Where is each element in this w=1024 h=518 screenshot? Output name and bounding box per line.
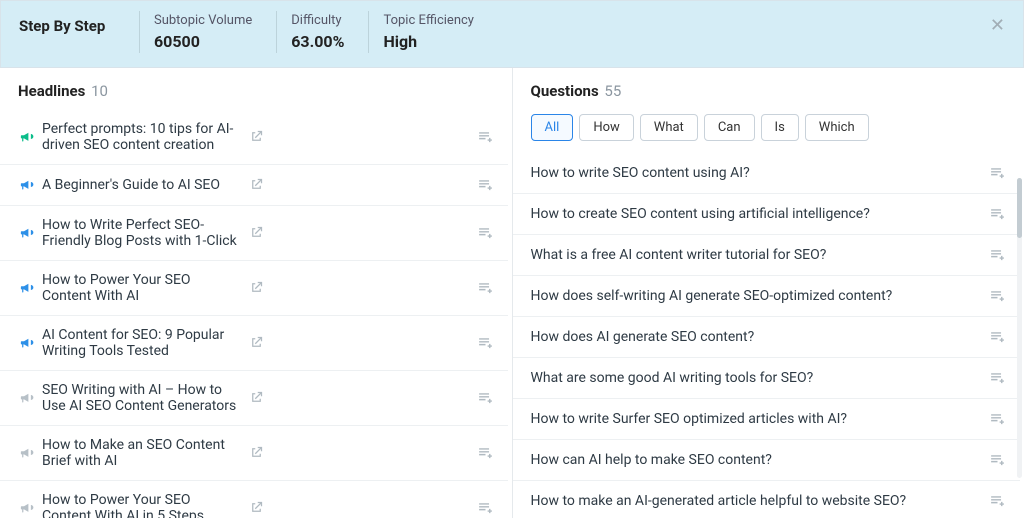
add-to-list-icon[interactable] bbox=[989, 328, 1006, 346]
topic-title: Step By Step bbox=[19, 11, 139, 35]
add-to-list-icon[interactable] bbox=[477, 128, 494, 146]
question-row[interactable]: How to make an AI-generated article help… bbox=[513, 481, 1021, 518]
megaphone-icon bbox=[18, 390, 34, 407]
megaphone-icon bbox=[18, 445, 34, 462]
questions-header: Questions 55 bbox=[513, 68, 1024, 110]
questions-list: How to write SEO content using AI? How to… bbox=[513, 153, 1024, 518]
headlines-count: 10 bbox=[91, 82, 108, 100]
megaphone-icon bbox=[18, 335, 34, 352]
add-to-list-icon[interactable] bbox=[989, 287, 1006, 305]
question-text: How does AI generate SEO content? bbox=[531, 329, 982, 345]
stat-difficulty: Difficulty 63.00% bbox=[276, 11, 368, 53]
add-to-list-icon[interactable] bbox=[989, 164, 1006, 182]
add-to-list-icon[interactable] bbox=[477, 279, 494, 297]
add-to-list-icon[interactable] bbox=[989, 410, 1006, 428]
headline-row[interactable]: Perfect prompts: 10 tips for AI-driven S… bbox=[0, 110, 508, 165]
scrollbar-track[interactable] bbox=[1017, 178, 1022, 478]
headline-row[interactable]: AI Content for SEO: 9 Popular Writing To… bbox=[0, 316, 508, 371]
filter-is[interactable]: Is bbox=[761, 114, 799, 141]
scrollbar-thumb[interactable] bbox=[1017, 178, 1022, 238]
headline-row[interactable]: A Beginner's Guide to AI SEO bbox=[0, 165, 508, 206]
add-to-list-icon[interactable] bbox=[989, 369, 1006, 387]
headline-text: AI Content for SEO: 9 Popular Writing To… bbox=[42, 327, 239, 359]
filter-what[interactable]: What bbox=[640, 114, 698, 141]
megaphone-icon bbox=[18, 225, 34, 242]
headline-text: How to Power Your SEO Content With AI in… bbox=[42, 492, 239, 518]
question-row[interactable]: How to write SEO content using AI? bbox=[513, 153, 1021, 194]
filter-can[interactable]: Can bbox=[704, 114, 755, 141]
headlines-list: Perfect prompts: 10 tips for AI-driven S… bbox=[0, 110, 512, 518]
question-text: How to write SEO content using AI? bbox=[531, 165, 982, 181]
filter-how[interactable]: How bbox=[579, 114, 633, 141]
add-to-list-icon[interactable] bbox=[477, 176, 494, 194]
megaphone-icon bbox=[18, 280, 34, 297]
external-link-icon[interactable] bbox=[249, 280, 264, 297]
add-to-list-icon[interactable] bbox=[989, 492, 1006, 510]
external-link-icon[interactable] bbox=[249, 390, 264, 407]
question-text: How to create SEO content using artifici… bbox=[531, 206, 982, 222]
questions-column: Questions 55 AllHow WhatCanIsWhich How to… bbox=[513, 68, 1024, 518]
external-link-icon[interactable] bbox=[249, 177, 264, 194]
question-row[interactable]: How does self-writing AI generate SEO-op… bbox=[513, 276, 1021, 317]
add-to-list-icon[interactable] bbox=[477, 389, 494, 407]
headline-text: How to Write Perfect SEO-Friendly Blog P… bbox=[42, 217, 239, 249]
question-row[interactable]: How does AI generate SEO content? bbox=[513, 317, 1021, 358]
question-row[interactable]: What is a free AI content writer tutoria… bbox=[513, 235, 1021, 276]
headlines-column: Headlines 10 Perfect prompts: 10 tips fo… bbox=[0, 68, 513, 518]
headline-text: How to Power Your SEO Content With AI bbox=[42, 272, 239, 304]
question-row[interactable]: What are some good AI writing tools for … bbox=[513, 358, 1021, 399]
question-text: What is a free AI content writer tutoria… bbox=[531, 247, 982, 263]
stat-efficiency: Topic Efficiency High bbox=[368, 11, 498, 53]
external-link-icon[interactable] bbox=[249, 335, 264, 352]
questions-count: 55 bbox=[604, 82, 621, 100]
stat-efficiency-label: Topic Efficiency bbox=[383, 13, 474, 28]
stat-difficulty-label: Difficulty bbox=[291, 13, 344, 28]
headline-row[interactable]: How to Power Your SEO Content With AI bbox=[0, 261, 508, 316]
filter-all[interactable]: All bbox=[531, 114, 574, 141]
question-row[interactable]: How can AI help to make SEO content? bbox=[513, 440, 1021, 481]
add-to-list-icon[interactable] bbox=[477, 224, 494, 242]
add-to-list-icon[interactable] bbox=[477, 444, 494, 462]
external-link-icon[interactable] bbox=[249, 445, 264, 462]
headline-row[interactable]: How to Make an SEO Content Brief with AI bbox=[0, 426, 508, 481]
question-row[interactable]: How to create SEO content using artifici… bbox=[513, 194, 1021, 235]
questions-title: Questions bbox=[531, 82, 599, 100]
add-to-list-icon[interactable] bbox=[477, 499, 494, 517]
question-text: What are some good AI writing tools for … bbox=[531, 370, 982, 386]
stat-volume-label: Subtopic Volume bbox=[154, 13, 252, 28]
megaphone-icon bbox=[18, 177, 34, 194]
external-link-icon[interactable] bbox=[249, 129, 264, 146]
external-link-icon[interactable] bbox=[249, 500, 264, 517]
question-text: How to make an AI-generated article help… bbox=[531, 493, 982, 509]
add-to-list-icon[interactable] bbox=[989, 451, 1006, 469]
question-text: How to write Surfer SEO optimized articl… bbox=[531, 411, 982, 427]
headline-row[interactable]: How to Write Perfect SEO-Friendly Blog P… bbox=[0, 206, 508, 261]
headline-text: A Beginner's Guide to AI SEO bbox=[42, 177, 239, 193]
add-to-list-icon[interactable] bbox=[989, 205, 1006, 223]
question-text: How can AI help to make SEO content? bbox=[531, 452, 982, 468]
question-filters: AllHow WhatCanIsWhich bbox=[513, 110, 1024, 153]
filter-which[interactable]: Which bbox=[805, 114, 869, 141]
external-link-icon[interactable] bbox=[249, 225, 264, 242]
headline-row[interactable]: SEO Writing with AI – How to Use AI SEO … bbox=[0, 371, 508, 426]
stat-difficulty-value: 63.00% bbox=[291, 32, 344, 51]
headline-row[interactable]: How to Power Your SEO Content With AI in… bbox=[0, 481, 508, 518]
add-to-list-icon[interactable] bbox=[477, 334, 494, 352]
megaphone-icon bbox=[18, 129, 34, 146]
stat-efficiency-value: High bbox=[383, 32, 417, 51]
stat-volume-value: 60500 bbox=[154, 32, 200, 51]
headline-text: Perfect prompts: 10 tips for AI-driven S… bbox=[42, 121, 239, 153]
add-to-list-icon[interactable] bbox=[989, 246, 1006, 264]
headline-text: How to Make an SEO Content Brief with AI bbox=[42, 437, 239, 469]
topic-header: Step By Step Subtopic Volume 60500 Diffi… bbox=[0, 0, 1024, 68]
headlines-header: Headlines 10 bbox=[0, 68, 512, 110]
question-text: How does self-writing AI generate SEO-op… bbox=[531, 288, 982, 304]
close-icon[interactable]: ✕ bbox=[990, 15, 1005, 36]
headlines-title: Headlines bbox=[18, 82, 85, 100]
question-row[interactable]: How to write Surfer SEO optimized articl… bbox=[513, 399, 1021, 440]
megaphone-icon bbox=[18, 500, 34, 517]
stat-volume: Subtopic Volume 60500 bbox=[139, 11, 276, 53]
headline-text: SEO Writing with AI – How to Use AI SEO … bbox=[42, 382, 239, 414]
